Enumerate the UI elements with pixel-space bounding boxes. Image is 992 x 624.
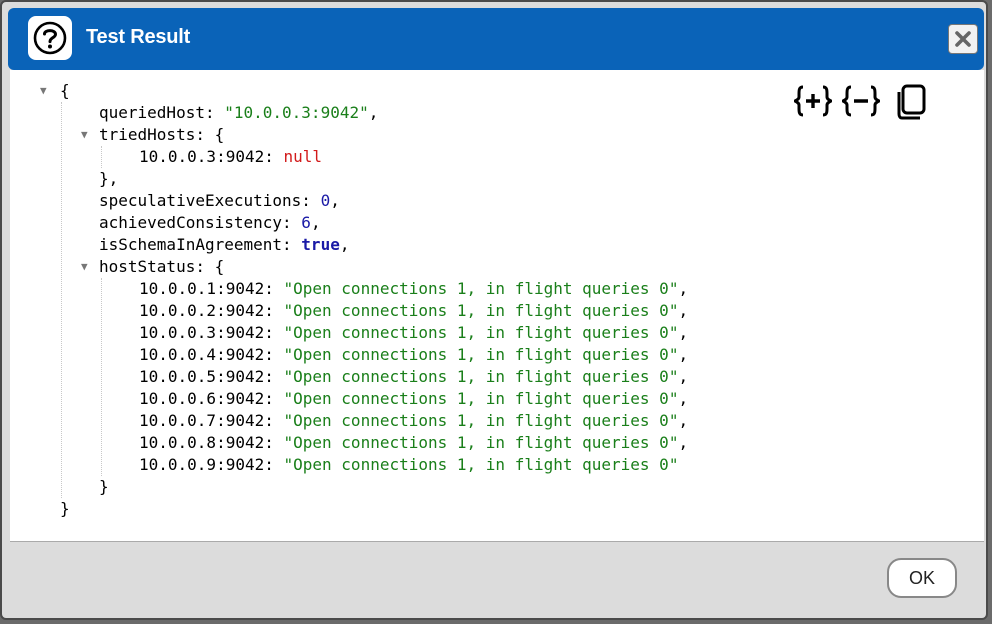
copy-icon [897, 84, 926, 120]
json-row-host-status-entry: 10.0.0.3:9042: "Open connections 1, in f… [139, 323, 689, 342]
json-key: queriedHost [99, 103, 205, 122]
indent-guide [61, 102, 62, 498]
json-string-value: "Open connections 1, in flight queries 0… [283, 323, 679, 342]
collapse-toggle-root[interactable]: ▼ [40, 80, 52, 97]
indent-guide [101, 146, 102, 168]
json-key: 10.0.0.9:9042 [139, 455, 265, 474]
json-number-value: 6 [301, 213, 311, 232]
json-string-value: "10.0.0.3:9042" [224, 103, 369, 122]
close-button[interactable] [948, 24, 978, 54]
json-row-host-status-entry: 10.0.0.7:9042: "Open connections 1, in f… [139, 411, 689, 430]
json-key: 10.0.0.6:9042 [139, 389, 265, 408]
json-row-hostStatus: hostStatus: { [99, 257, 225, 276]
json-key: 10.0.0.2:9042 [139, 301, 265, 320]
collapse-all-button[interactable] [839, 84, 883, 123]
json-key: 10.0.0.5:9042 [139, 367, 265, 386]
expand-all-button[interactable] [791, 84, 835, 123]
json-key: 10.0.0.3:9042 [139, 147, 265, 166]
copy-button[interactable] [894, 84, 928, 125]
json-boolean-value: true [301, 235, 340, 254]
dialog-title: Test Result [86, 26, 191, 48]
json-row-queriedHost: queriedHost: "10.0.0.3:9042", [99, 103, 379, 122]
help-icon [28, 16, 72, 60]
json-key: achievedConsistency [99, 213, 283, 232]
json-string-value: "Open connections 1, in flight queries 0… [283, 345, 679, 364]
json-key: 10.0.0.1:9042 [139, 279, 265, 298]
dialog-titlebar: Test Result [8, 8, 984, 70]
collapse-all-icon [839, 85, 883, 117]
json-row-host-status-entry: 10.0.0.4:9042: "Open connections 1, in f… [139, 345, 689, 364]
json-row-host-status-entry: 10.0.0.5:9042: "Open connections 1, in f… [139, 367, 689, 386]
json-null-value: null [283, 147, 323, 166]
json-close-brace-root: } [60, 499, 70, 518]
json-string-value: "Open connections 1, in flight queries 0… [283, 411, 679, 430]
json-open-brace: { [60, 81, 70, 100]
json-row-host-status-entry: 10.0.0.2:9042: "Open connections 1, in f… [139, 301, 689, 320]
json-row-host-status-entry: 10.0.0.8:9042: "Open connections 1, in f… [139, 433, 689, 452]
json-key: speculativeExecutions [99, 191, 302, 210]
json-string-value: "Open connections 1, in flight queries 0… [283, 367, 679, 386]
json-key: 10.0.0.3:9042 [139, 323, 265, 342]
close-icon [955, 31, 971, 47]
json-row-speculativeExecutions: speculativeExecutions: 0, [99, 191, 340, 210]
json-close-brace: } [99, 477, 109, 496]
indent-guide [101, 278, 102, 476]
ok-button[interactable]: OK [887, 558, 957, 598]
expand-all-icon [791, 85, 835, 117]
json-key: 10.0.0.4:9042 [139, 345, 265, 364]
collapse-toggle-triedHosts[interactable]: ▼ [81, 124, 93, 141]
json-string-value: "Open connections 1, in flight queries 0… [283, 389, 679, 408]
json-row-triedHosts: triedHosts: { [99, 125, 225, 144]
json-key: hostStatus [99, 257, 196, 276]
json-key: 10.0.0.8:9042 [139, 433, 265, 452]
json-row-achievedConsistency: achievedConsistency: 6, [99, 213, 321, 232]
json-key: isSchemaInAgreement [99, 235, 283, 254]
json-row-host-status-entry: 10.0.0.6:9042: "Open connections 1, in f… [139, 389, 689, 408]
json-row-isSchemaInAgreement: isSchemaInAgreement: true, [99, 235, 350, 254]
json-row-triedHosts-entry: 10.0.0.3:9042: null [139, 147, 323, 166]
json-string-value: "Open connections 1, in flight queries 0… [283, 279, 679, 298]
json-viewer: ▼ { queriedHost: "10.0.0.3:9042", ▼ trie… [10, 70, 984, 542]
collapse-toggle-hostStatus[interactable]: ▼ [81, 256, 93, 273]
json-key: triedHosts [99, 125, 196, 144]
json-row-host-status-entry: 10.0.0.1:9042: "Open connections 1, in f… [139, 279, 689, 298]
test-result-dialog: Test Result ▼ {queriedHost: "10.0.0.3:9… [0, 0, 988, 620]
json-string-value: "Open connections 1, in flight queries 0… [283, 455, 679, 474]
json-close-brace: }, [99, 169, 119, 188]
json-string-value: "Open connections 1, in flight queries 0… [283, 301, 679, 320]
json-key: 10.0.0.7:9042 [139, 411, 265, 430]
json-row-host-status-entry: 10.0.0.9:9042: "Open connections 1, in f… [139, 455, 679, 474]
json-string-value: "Open connections 1, in flight queries 0… [283, 433, 679, 452]
json-number-value: 0 [320, 191, 331, 210]
